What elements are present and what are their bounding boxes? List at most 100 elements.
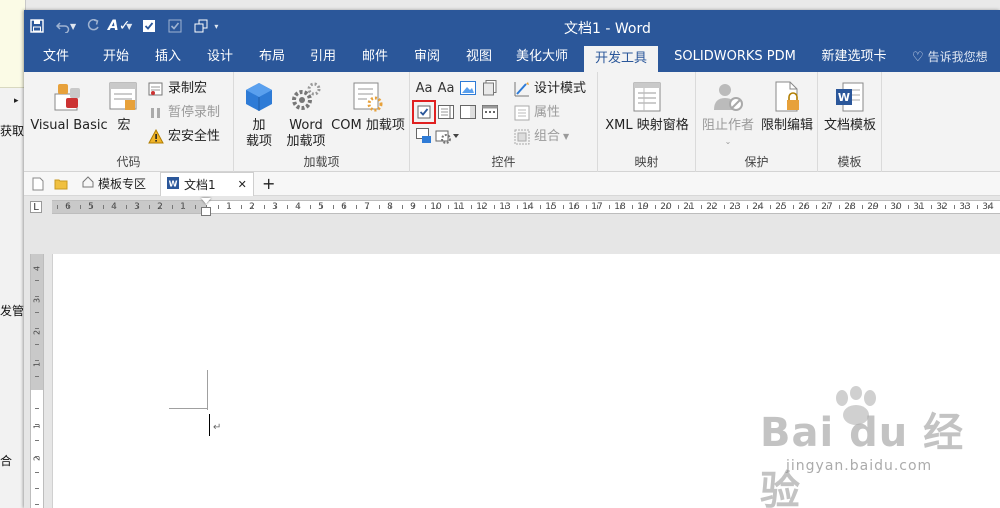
ruler-tick [401, 205, 403, 209]
document1-label: 文档1 [184, 177, 216, 192]
block-authors-button[interactable]: 阻止作者 ⌄ [698, 80, 758, 150]
tab-document1[interactable]: W 文档1 ✕ [160, 172, 254, 196]
ruler-tick [424, 205, 426, 209]
ruler-tick [620, 205, 621, 209]
document-template-button[interactable]: W 文档模板 [820, 80, 880, 134]
ruler-tick [493, 205, 495, 209]
baidu-jingyan-watermark: Bai du 经验 jingyan.baidu.com [760, 386, 990, 508]
combo-box-control-icon[interactable] [436, 102, 456, 122]
checkbox-content-control-icon[interactable] [412, 100, 436, 124]
pause-icon [148, 105, 164, 121]
ruler-tick [758, 205, 759, 209]
tab-review[interactable]: 审阅 [402, 42, 452, 72]
addins-label-line1: 加 [252, 118, 266, 133]
tab-view[interactable]: 视图 [454, 42, 504, 72]
ruler-tick [539, 205, 541, 209]
tab-file[interactable]: 文件 [30, 42, 82, 72]
ruler-tick [712, 205, 713, 209]
addins-button[interactable]: 加 载项 [240, 80, 278, 150]
macro-security-button[interactable]: 宏安全性 [148, 126, 220, 148]
visual-basic-button[interactable]: Visual Basic [28, 80, 110, 134]
new-document-icon[interactable] [32, 172, 44, 196]
ruler-tick [643, 205, 644, 209]
paragraph-mark-icon: ↵ [213, 422, 222, 433]
group-addins-label: 加载项 [303, 155, 340, 169]
ruler-tick [217, 205, 219, 209]
ruler-tick [551, 205, 552, 209]
horizontal-ruler[interactable]: 6543211234567891011121314151617181920212… [52, 200, 1000, 214]
ruler-tick [298, 205, 299, 209]
ruler-tick [390, 205, 391, 209]
ruler-tick [436, 205, 437, 209]
building-block-control-icon[interactable] [480, 78, 500, 98]
tab-solidworks-pdm[interactable]: SOLIDWORKS PDM [666, 42, 804, 72]
pause-recording-button[interactable]: 暂停录制 [148, 102, 220, 124]
spelling-dropdown-icon[interactable]: ▼ [126, 22, 132, 31]
ruler-tick [114, 205, 115, 209]
ruler-tick [689, 205, 690, 209]
vertical-ruler-tick [35, 472, 39, 473]
tab-mailings[interactable]: 邮件 [350, 42, 400, 72]
open-folder-icon[interactable] [54, 172, 68, 196]
save-icon[interactable] [24, 13, 50, 39]
vertical-ruler[interactable]: 432112 [30, 254, 44, 508]
close-tab-icon[interactable]: ✕ [238, 173, 247, 197]
ruler-tick [884, 205, 886, 209]
ruler-tick [769, 205, 771, 209]
rich-text-control-icon[interactable]: Aa [414, 78, 434, 98]
ruler-tick [815, 205, 817, 209]
tab-home[interactable]: 开始 [90, 42, 142, 72]
tab-beautify-master[interactable]: 美化大师 [508, 42, 576, 72]
left-indent-marker[interactable] [201, 207, 211, 216]
background-arrow: ▸ [14, 96, 19, 106]
undo-dropdown-icon[interactable]: ▼ [70, 22, 76, 31]
restrict-editing-button[interactable]: 限制编辑 [756, 80, 818, 134]
dropdown-list-control-icon[interactable] [458, 102, 478, 122]
com-addins-button[interactable]: COM 加载项 [328, 80, 408, 134]
tab-selector-icon[interactable]: L [30, 201, 42, 213]
ruler-tick [125, 205, 127, 209]
tab-layout[interactable]: 布局 [246, 42, 298, 72]
tab-new-tab[interactable]: 新建选项卡 [810, 42, 898, 72]
tab-developer[interactable]: 开发工具 [584, 46, 658, 72]
redo-icon[interactable] [80, 13, 106, 39]
repeating-section-control-icon[interactable] [414, 126, 434, 146]
tell-me-box[interactable]: ♡ 告诉我您想 [912, 42, 988, 72]
macros-button[interactable]: 宏 [106, 80, 142, 134]
checkbox-qat-icon[interactable] [136, 13, 162, 39]
design-mode-button[interactable]: 设计模式 [514, 78, 586, 100]
addins-cube-icon [242, 80, 276, 114]
vertical-ruler-tick [35, 280, 39, 281]
word-addins-button[interactable]: Word 加载项 [280, 80, 332, 150]
group-button[interactable]: 组合 ▼ [514, 126, 569, 148]
tab-design[interactable]: 设计 [194, 42, 246, 72]
record-macro-button[interactable]: 录制宏 [148, 78, 207, 100]
first-line-indent-marker[interactable] [201, 198, 211, 204]
ruler-tick [585, 205, 587, 209]
add-tab-icon[interactable]: + [262, 172, 275, 196]
ruler-tick [654, 205, 656, 209]
checkbox-qat-disabled-icon[interactable] [162, 13, 188, 39]
group-code-label: 代码 [116, 155, 141, 169]
tab-template-zone[interactable]: 模板专区 [82, 172, 146, 196]
customize-qat-icon[interactable]: ▾ [214, 22, 218, 31]
group-addins: 加 载项 Word 加载项 COM 加载项 加载项 [234, 72, 410, 172]
plain-text-control-icon[interactable]: Aa [436, 78, 456, 98]
tell-me-placeholder: 告诉我您想 [927, 50, 988, 64]
xml-mapping-pane-button[interactable]: XML 映射窗格 [600, 80, 694, 134]
date-picker-control-icon[interactable] [480, 102, 500, 122]
ruler-tick [861, 205, 863, 209]
tab-insert[interactable]: 插入 [142, 42, 194, 72]
properties-button[interactable]: 属性 [514, 102, 560, 124]
vertical-ruler-tick [35, 312, 39, 313]
legacy-tools-icon[interactable] [434, 126, 462, 146]
block-authors-dropdown-icon: ⌄ [724, 137, 732, 146]
vertical-ruler-tick [35, 488, 39, 489]
svg-text:W: W [169, 179, 178, 188]
tab-references[interactable]: 引用 [298, 42, 348, 72]
vertical-ruler-tick [35, 376, 39, 377]
properties-icon [514, 105, 530, 121]
picture-control-icon[interactable] [458, 78, 478, 98]
word-addins-label-line1: Word [289, 118, 323, 133]
touch-mode-icon[interactable] [188, 13, 214, 39]
